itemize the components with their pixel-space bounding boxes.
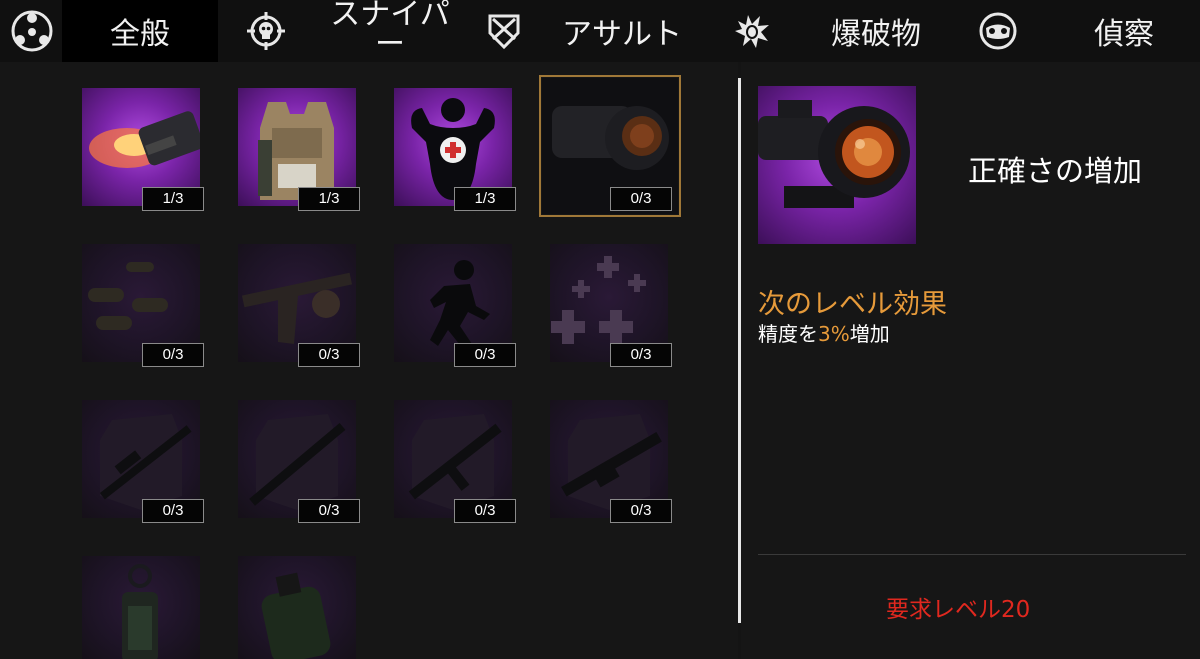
required-level: 要求レベル20 <box>886 597 1031 623</box>
perk-count-badge: 0/3 <box>142 499 204 523</box>
skull-crosshair-icon[interactable] <box>246 11 286 51</box>
effect-text-pre: 精度を <box>758 322 818 346</box>
tab-general[interactable]: 全般 <box>62 0 218 62</box>
tab-recon-label: 偵察 <box>1094 17 1154 52</box>
effect-value: 3% <box>818 322 850 346</box>
perk-count-badge: 0/3 <box>610 499 672 523</box>
perk-count-badge: 0/3 <box>454 499 516 523</box>
effect-text-post: 増加 <box>849 322 890 346</box>
shield-icon[interactable] <box>484 11 524 51</box>
perk-count-badge: 0/3 <box>298 343 360 367</box>
next-level-label: 次のレベル効果 <box>758 289 947 320</box>
tab-recon[interactable]: 偵察 <box>1064 0 1184 62</box>
tab-sniper[interactable]: スナイパー <box>326 0 454 60</box>
scope-icon <box>758 100 910 208</box>
perk-count-badge: 0/3 <box>610 187 672 211</box>
tab-assault[interactable]: アサルト <box>550 0 694 62</box>
smoke-grenade-icon <box>261 572 331 659</box>
tab-explosives[interactable]: 爆破物 <box>812 0 940 62</box>
perk-count-badge: 0/3 <box>610 343 672 367</box>
tab-assault-label: アサルト <box>562 17 682 52</box>
divider-line <box>758 554 1186 555</box>
perk-card-stun-grenade[interactable] <box>82 556 200 659</box>
stun-grenade-icon <box>122 564 158 659</box>
tab-general-label: 全般 <box>110 17 170 52</box>
perk-count-badge: 0/3 <box>454 343 516 367</box>
perk-count-badge: 0/3 <box>142 343 204 367</box>
goggles-icon[interactable] <box>978 11 1018 51</box>
tab-sniper-label: スナイパー <box>330 0 450 62</box>
network-icon[interactable] <box>8 7 56 55</box>
perk-title: 正確さの増加 <box>968 154 1143 188</box>
perk-count-badge: 1/3 <box>298 187 360 211</box>
perk-card-smoke-grenade[interactable] <box>238 556 356 659</box>
grenade-icon[interactable] <box>732 11 772 51</box>
perk-count-badge: 1/3 <box>454 187 516 211</box>
next-level-effect: 精度を3%増加 <box>758 318 890 347</box>
perk-count-badge: 0/3 <box>298 499 360 523</box>
category-tab-bar: 全般 スナイパー アサルト 爆破物 偵察 <box>0 0 1200 62</box>
tab-explosives-label: 爆破物 <box>831 17 921 52</box>
perk-count-badge: 1/3 <box>142 187 204 211</box>
perk-preview-image <box>758 86 916 244</box>
